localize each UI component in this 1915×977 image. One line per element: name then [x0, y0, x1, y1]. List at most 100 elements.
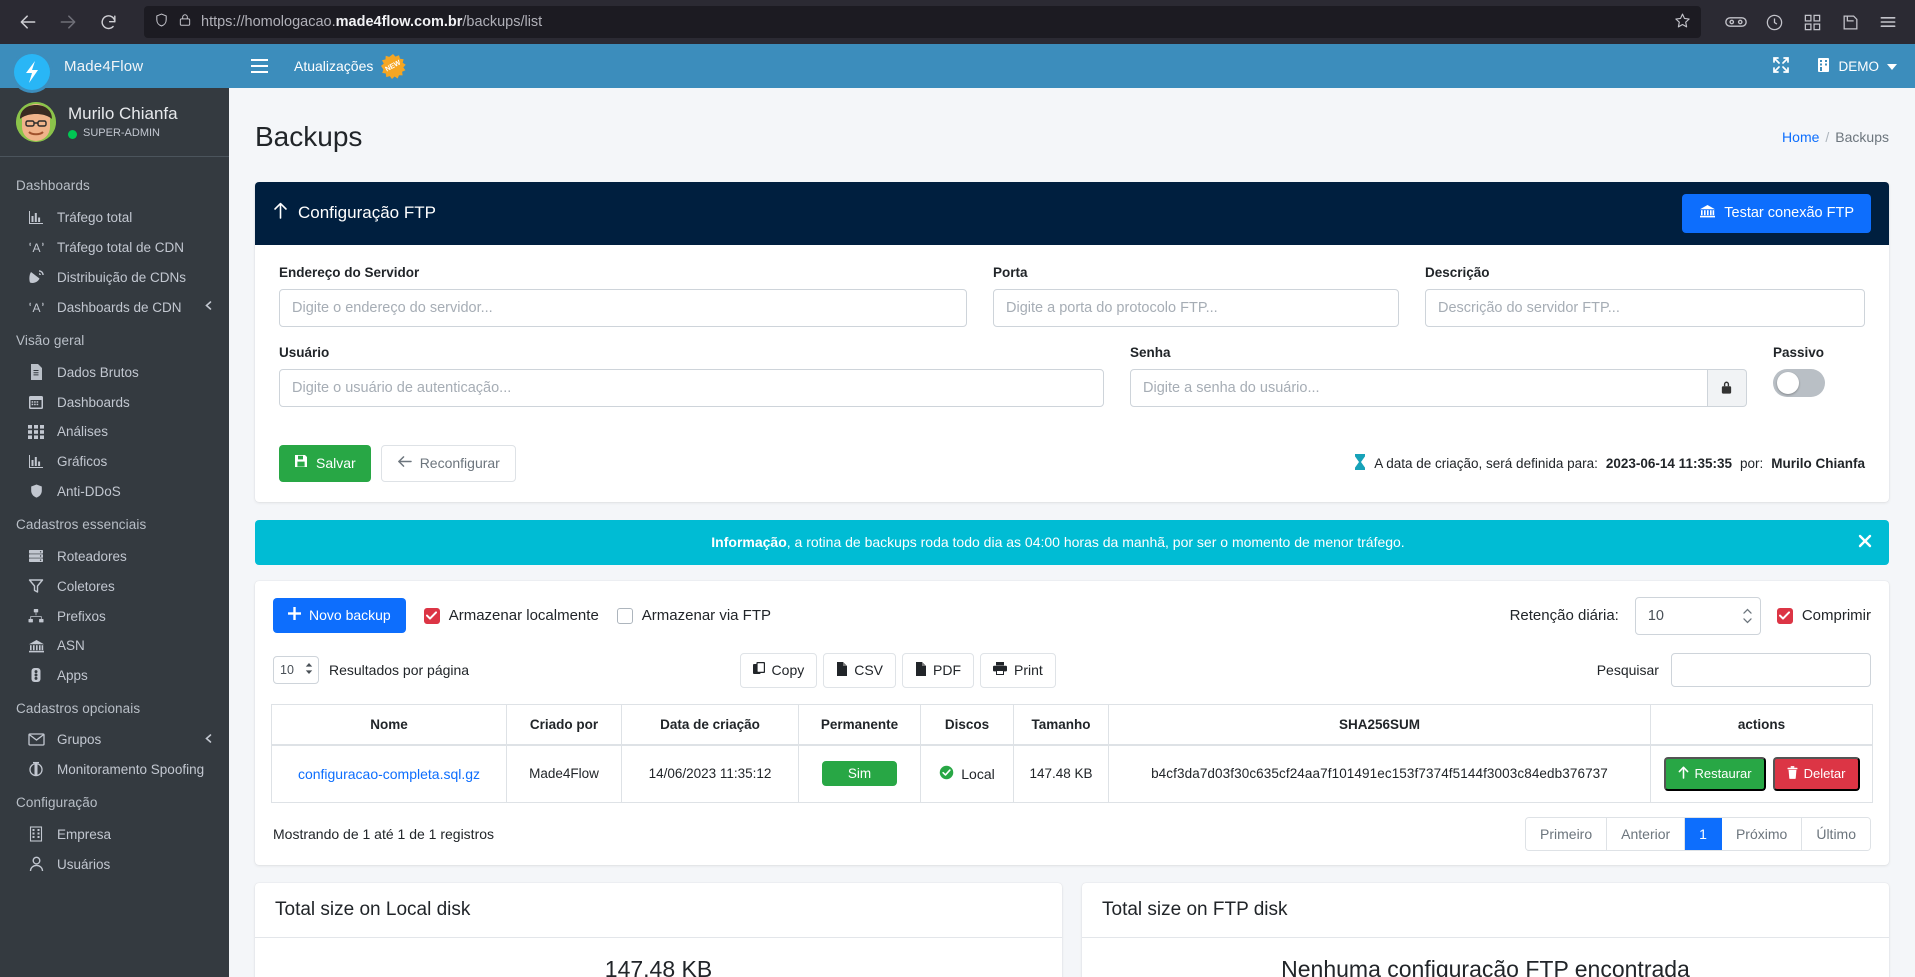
- sidebar-item-distribuicao-cdns[interactable]: Distribuição de CDNs: [0, 262, 229, 292]
- back-arrow-icon: [397, 455, 412, 472]
- backup-file-link[interactable]: configuracao-completa.sql.gz: [298, 766, 480, 782]
- breadcrumb-home[interactable]: Home: [1782, 129, 1819, 145]
- column-sha256sum[interactable]: SHA256SUM: [1108, 703, 1651, 746]
- hamburger-icon[interactable]: [251, 59, 268, 73]
- description-input[interactable]: [1425, 288, 1865, 327]
- browser-menu-icon[interactable]: [1871, 6, 1905, 38]
- column-tamanho[interactable]: Tamanho: [1013, 703, 1109, 746]
- store-local-checkbox[interactable]: Armazenar localmente: [423, 607, 599, 624]
- url-text: https://homologacao.made4flow.com.br/bac…: [201, 14, 1665, 30]
- pagination-page-1[interactable]: 1: [1685, 817, 1722, 850]
- sidebar-item-grupos[interactable]: Grupos: [0, 725, 229, 754]
- building-icon: [26, 826, 46, 842]
- sidebar-item-label: Monitoramento Spoofing: [57, 761, 205, 777]
- cell-nome: configuracao-completa.sql.gz: [271, 744, 507, 803]
- brand-header[interactable]: Made4Flow: [0, 44, 229, 90]
- sidebar-item-label: Usuários: [57, 856, 111, 872]
- csv-button[interactable]: CSV: [823, 652, 897, 688]
- retention-stepper[interactable]: [1634, 596, 1761, 635]
- reconfigure-button[interactable]: Reconfigurar: [380, 444, 516, 482]
- extension-shield-icon[interactable]: [1757, 6, 1791, 38]
- sidebar-item-apps[interactable]: Apps: [0, 660, 229, 690]
- server-address-input[interactable]: [279, 288, 967, 327]
- pagination-last[interactable]: Último: [1802, 817, 1870, 850]
- per-page-select[interactable]: 10: [273, 656, 319, 685]
- username-input[interactable]: [279, 368, 1104, 407]
- online-status-dot: [68, 129, 77, 139]
- column-permanente[interactable]: Permanente: [798, 703, 921, 746]
- column-discos[interactable]: Discos: [920, 703, 1014, 746]
- sidebar-item-monitoramento-spoofing[interactable]: Monitoramento Spoofing: [0, 754, 229, 784]
- expand-icon[interactable]: [1772, 56, 1790, 77]
- sidebar-item-trafego-total[interactable]: Tráfego total: [0, 202, 229, 232]
- column-nome[interactable]: Nome: [271, 703, 507, 746]
- ftp-action-buttons: Salvar Reconfigurar: [279, 444, 516, 482]
- new-backup-button[interactable]: Novo backup: [273, 598, 406, 634]
- pagination-first[interactable]: Primeiro: [1526, 817, 1608, 850]
- stepper-arrows-icon[interactable]: [1743, 608, 1752, 624]
- sidebar-item-roteadores[interactable]: Roteadores: [0, 541, 229, 571]
- sidebar-item-trafego-total-cdn[interactable]: A Tráfego total de CDN: [0, 232, 229, 262]
- compress-checkbox[interactable]: Comprimir: [1776, 607, 1871, 624]
- sidebar-item-graficos[interactable]: Gráficos: [0, 446, 229, 476]
- sidebar-item-prefixos[interactable]: Prefixos: [0, 601, 229, 631]
- search-input[interactable]: [1670, 653, 1871, 688]
- chevron-left-icon[interactable]: [203, 732, 215, 747]
- check-circle-icon: [939, 765, 954, 783]
- password-input[interactable]: [1130, 368, 1708, 407]
- disk-summary-cards: Total size on Local disk 147.48 KB Total…: [255, 882, 1889, 977]
- sidebar-item-analises[interactable]: Análises: [0, 417, 229, 446]
- star-icon[interactable]: [1674, 12, 1691, 33]
- user-panel[interactable]: Murilo Chianfa SUPER-ADMIN: [0, 88, 229, 157]
- print-button[interactable]: Print: [980, 652, 1056, 688]
- sidebar-item-usuarios[interactable]: Usuários: [0, 849, 229, 879]
- store-ftp-checkbox[interactable]: Armazenar via FTP: [616, 607, 771, 624]
- sidebar-item-dados-brutos[interactable]: Dados Brutos: [0, 357, 229, 387]
- pdf-button[interactable]: PDF: [902, 652, 975, 688]
- forward-arrow-icon[interactable]: [50, 6, 86, 38]
- copy-button[interactable]: Copy: [739, 652, 818, 688]
- filter-icon: [26, 578, 46, 594]
- ftp-form-row-2: Usuário Senha: [279, 345, 1865, 407]
- delete-button[interactable]: Deletar: [1772, 756, 1860, 791]
- pagination-previous[interactable]: Anterior: [1607, 817, 1686, 850]
- extension-vpn-icon[interactable]: [1719, 6, 1753, 38]
- port-label: Porta: [993, 264, 1028, 280]
- test-ftp-connection-button[interactable]: Testar conexão FTP: [1682, 193, 1871, 233]
- company-selector[interactable]: DEMO: [1816, 57, 1897, 76]
- close-icon[interactable]: [1845, 533, 1873, 552]
- back-arrow-icon[interactable]: [10, 6, 46, 38]
- pagination-next[interactable]: Próximo: [1721, 817, 1803, 850]
- updates-link[interactable]: Atualizações NEW: [294, 53, 407, 79]
- sidebar-item-label: Análises: [57, 424, 109, 439]
- passive-toggle-knob: [1777, 371, 1799, 394]
- address-bar[interactable]: https://homologacao.made4flow.com.br/bac…: [144, 6, 1701, 38]
- column-actions[interactable]: actions: [1650, 703, 1873, 746]
- sidebar-item-empresa[interactable]: Empresa: [0, 819, 229, 849]
- bar-chart-icon: [26, 209, 46, 225]
- save-button[interactable]: Salvar: [279, 444, 371, 482]
- password-input-group: [1130, 368, 1747, 407]
- reload-icon[interactable]: [90, 6, 126, 38]
- sidebar-item-asn[interactable]: ASN: [0, 631, 229, 660]
- sidebar-item-dashboards[interactable]: Dashboards: [0, 387, 229, 417]
- creation-date-note: A data de criação, será definida para: 2…: [1354, 453, 1865, 473]
- column-criado-por[interactable]: Criado por: [506, 703, 622, 746]
- sidebar-item-label: Dashboards de CDN: [57, 299, 182, 315]
- restore-button[interactable]: Restaurar: [1663, 756, 1766, 791]
- passive-label: Passivo: [1773, 344, 1825, 360]
- port-input[interactable]: [993, 288, 1399, 327]
- chevron-left-icon[interactable]: [203, 300, 215, 315]
- extension-save-icon[interactable]: [1833, 6, 1867, 38]
- sidebar-item-label: Dados Brutos: [57, 364, 139, 380]
- extension-grid-icon[interactable]: [1795, 6, 1829, 38]
- breadcrumb-separator: /: [1825, 128, 1830, 145]
- passive-toggle[interactable]: [1773, 368, 1825, 397]
- column-data-criacao[interactable]: Data de criação: [621, 703, 799, 746]
- lock-icon[interactable]: [1707, 368, 1747, 407]
- sidebar-item-coletores[interactable]: Coletores: [0, 571, 229, 601]
- page-body: Configuração FTP Testar conexão FTP Ende…: [229, 181, 1915, 977]
- sidebar-item-anti-ddos[interactable]: Anti-DDoS: [0, 476, 229, 506]
- table-row[interactable]: configuracao-completa.sql.gz Made4Flow 1…: [271, 744, 1873, 803]
- sidebar-item-dashboards-cdn[interactable]: A Dashboards de CDN: [0, 292, 229, 322]
